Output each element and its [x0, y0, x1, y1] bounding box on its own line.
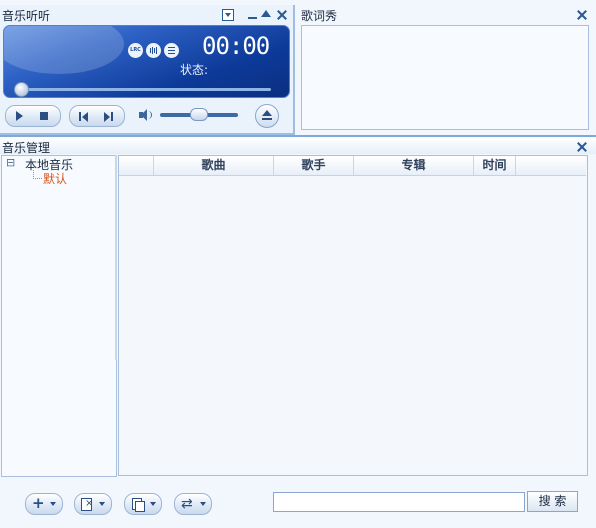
play-button[interactable] [7, 106, 31, 126]
column-time[interactable]: 时间 [474, 156, 516, 175]
previous-icon [82, 112, 88, 122]
stop-button[interactable] [32, 106, 56, 126]
column-artist[interactable]: 歌手 [274, 156, 354, 175]
player-title: 音乐听听 [2, 9, 51, 23]
manager-header [0, 137, 596, 154]
volume-icon[interactable] [137, 106, 153, 124]
lrc-icon-label: LRC [130, 47, 141, 53]
eject-icon [262, 110, 272, 116]
dropdown-icon[interactable] [222, 9, 234, 21]
eject-button[interactable] [255, 104, 279, 128]
tree-splitter[interactable] [115, 155, 117, 360]
manager-title: 音乐管理 [2, 141, 51, 155]
minimize-icon[interactable] [248, 17, 257, 19]
delete-button[interactable]: × [74, 493, 112, 515]
collapse-up-icon[interactable] [261, 10, 271, 17]
lyrics-title: 歌词秀 [301, 9, 338, 23]
tree-expand-icon[interactable]: ⊟ [6, 157, 15, 169]
next-button[interactable] [97, 106, 121, 126]
wave-icon[interactable] [146, 43, 161, 58]
lyrics-display [301, 25, 589, 130]
lyrics-close-icon[interactable] [577, 10, 587, 20]
search-input[interactable] [273, 492, 525, 512]
repeat-icon: ⇄ [181, 496, 193, 512]
add-button[interactable]: + [25, 493, 63, 515]
tree-item-default[interactable]: 默认 [43, 170, 67, 187]
previous-button[interactable] [71, 106, 95, 126]
progress-thumb[interactable] [14, 82, 29, 97]
column-index [119, 156, 154, 175]
lrc-icon[interactable]: LRC [128, 43, 143, 58]
player-close-icon[interactable] [277, 10, 287, 20]
copy-button[interactable] [124, 493, 162, 515]
manager-close-icon[interactable] [577, 142, 587, 152]
chevron-down-icon [99, 502, 105, 506]
music-tree [1, 155, 117, 477]
search-button[interactable]: 搜 索 [527, 491, 578, 512]
status-label: 状态: [180, 63, 209, 77]
tree-connector [33, 170, 42, 179]
list-icon[interactable] [164, 43, 179, 58]
chevron-down-icon [150, 502, 156, 506]
song-list-header: 歌曲 歌手 专辑 时间 [119, 156, 586, 176]
repeat-button[interactable]: ⇄ [174, 493, 212, 515]
next-icon [104, 112, 110, 122]
play-icon [16, 111, 23, 121]
progress-track[interactable] [18, 88, 271, 91]
chevron-down-icon [50, 502, 56, 506]
chevron-down-icon [200, 502, 206, 506]
song-list[interactable] [118, 155, 588, 476]
column-song[interactable]: 歌曲 [154, 156, 274, 175]
display-glow [4, 26, 124, 74]
column-album[interactable]: 专辑 [354, 156, 474, 175]
add-icon: + [32, 494, 45, 512]
time-display: 00:00 [202, 32, 270, 60]
stop-icon [40, 112, 48, 120]
volume-thumb[interactable] [190, 108, 208, 121]
